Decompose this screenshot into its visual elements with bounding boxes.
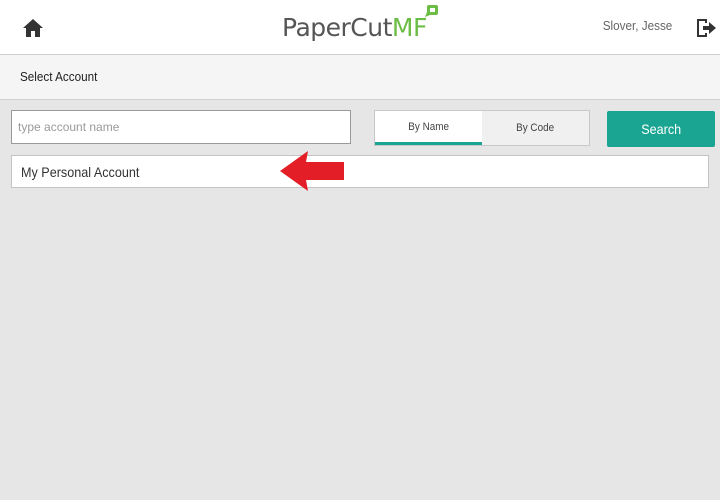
tab-by-code-label: By Code <box>516 122 555 134</box>
logo-leaf-icon <box>424 5 438 17</box>
logout-button[interactable] <box>695 17 717 39</box>
logo-suffix: MF <box>391 13 427 42</box>
tab-by-code[interactable]: By Code <box>482 111 589 145</box>
logout-icon <box>697 19 716 37</box>
top-bar: PaperCut MF Slover, Jesse <box>0 0 720 55</box>
account-list-item[interactable]: My Personal Account <box>11 155 709 188</box>
tab-by-name[interactable]: By Name <box>375 111 482 145</box>
user-name[interactable]: Slover, Jesse <box>602 18 672 33</box>
home-button[interactable] <box>22 17 44 39</box>
home-icon <box>23 19 43 37</box>
search-button-label: Search <box>641 121 681 137</box>
search-mode-toggle: By Name By Code <box>374 110 590 146</box>
logo-text: PaperCut <box>282 13 392 42</box>
account-search-input[interactable] <box>11 110 351 144</box>
tab-by-name-label: By Name <box>408 120 449 133</box>
account-name: My Personal Account <box>21 164 140 180</box>
page-header: Select Account <box>0 55 720 100</box>
red-arrow-icon <box>280 151 344 191</box>
search-button[interactable]: Search <box>607 111 715 147</box>
page-title: Select Account <box>20 69 98 84</box>
papercut-logo: PaperCut MF <box>282 5 440 46</box>
